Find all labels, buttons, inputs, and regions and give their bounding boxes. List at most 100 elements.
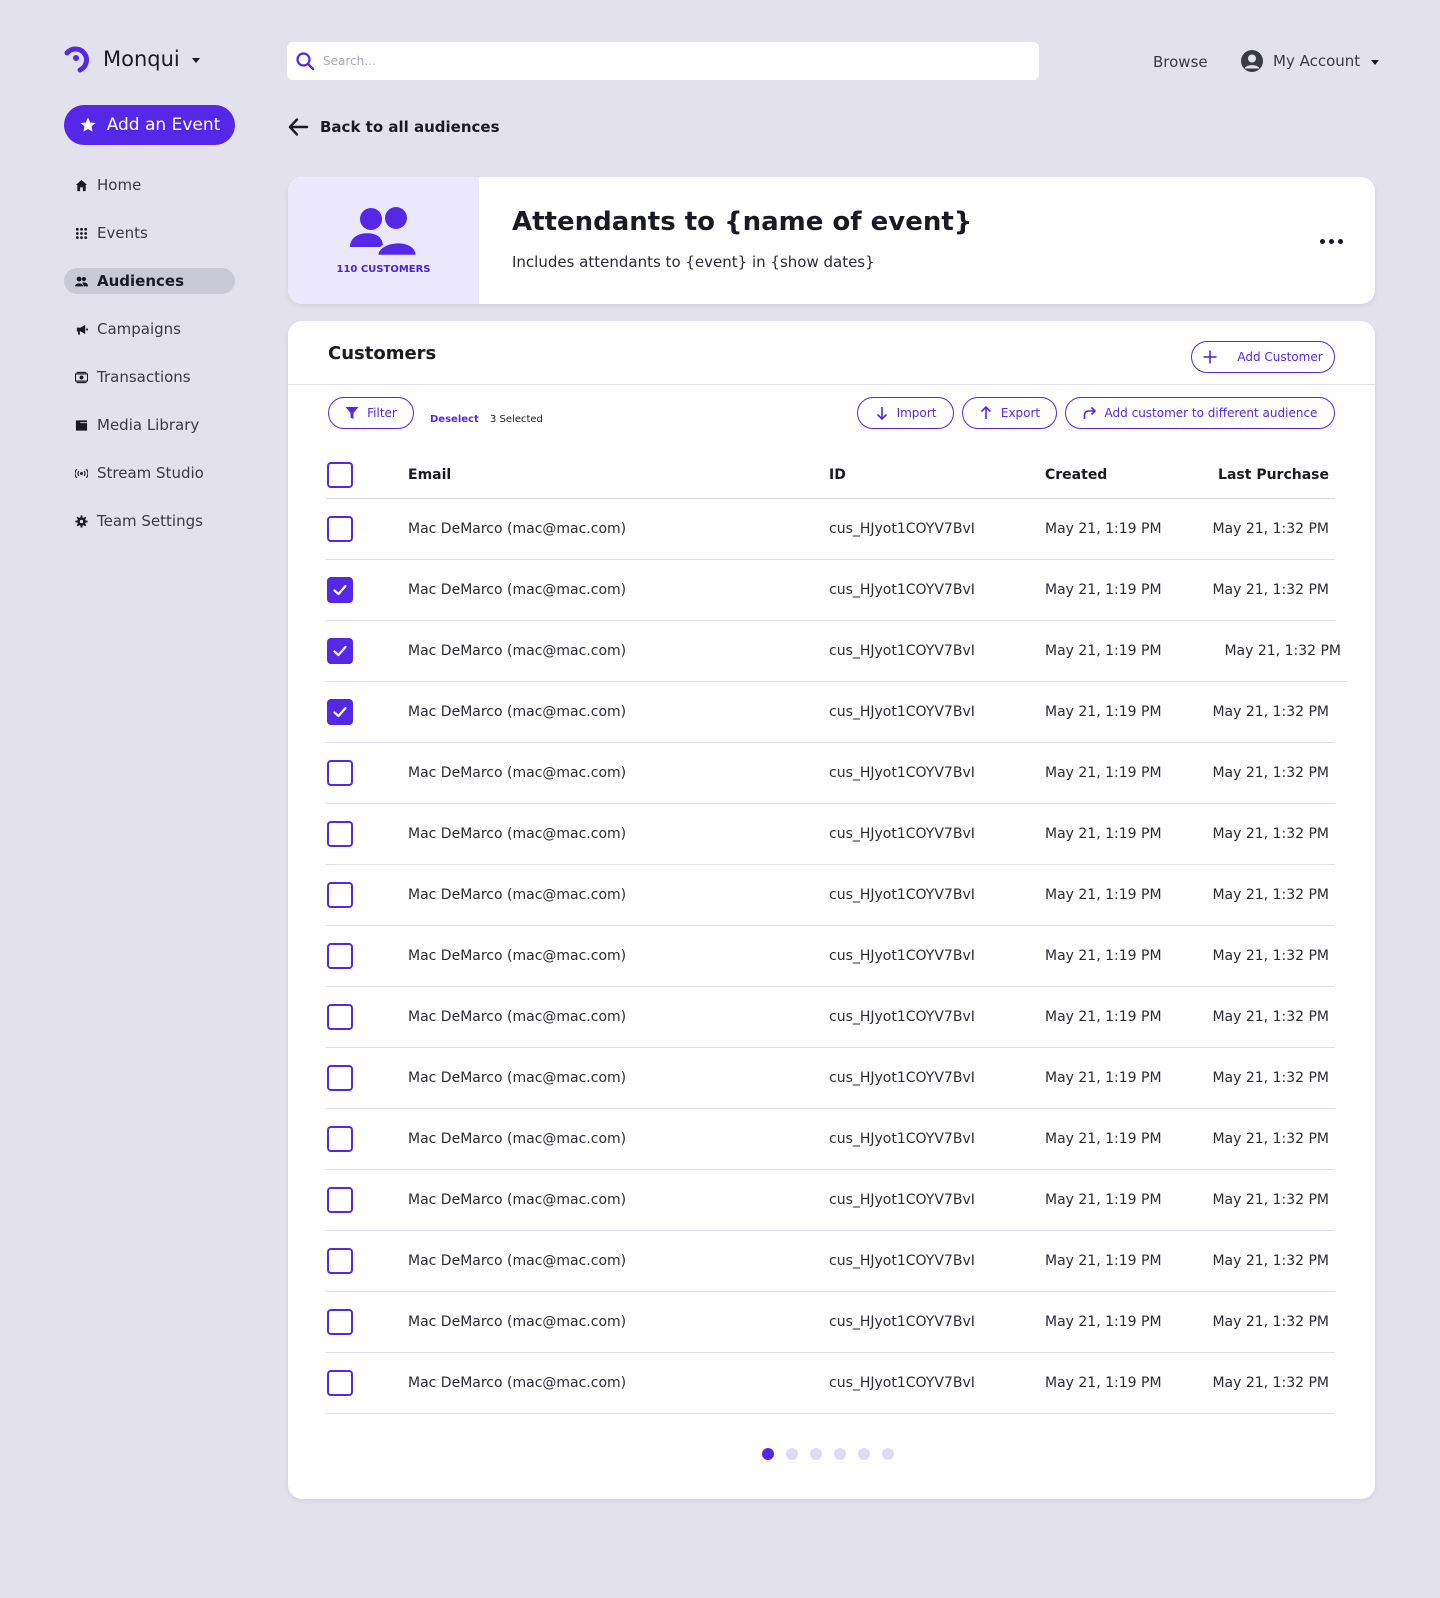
pagination-dot[interactable] xyxy=(858,1448,870,1460)
table-row[interactable]: Mac DeMarco (mac@mac.com) cus_HJyot1COYV7… xyxy=(326,499,1335,560)
row-checkbox[interactable] xyxy=(327,1004,353,1030)
plus-icon xyxy=(1203,350,1217,364)
cell-last-purchase: May 21, 1:32 PM xyxy=(1212,887,1329,903)
search-input[interactable] xyxy=(323,54,1003,68)
cell-id: cus_HJyot1COYV7BvI xyxy=(829,948,975,964)
add-customer-button[interactable]: Add Customer xyxy=(1191,341,1335,373)
pagination-dot[interactable] xyxy=(810,1448,822,1460)
audience-count: 110 CUSTOMERS xyxy=(336,264,431,275)
back-to-audiences-link[interactable]: Back to all audiences xyxy=(287,116,500,138)
account-menu[interactable]: My Account xyxy=(1240,49,1380,73)
pagination-dot[interactable] xyxy=(834,1448,846,1460)
cell-email: Mac DeMarco (mac@mac.com) xyxy=(408,1131,627,1147)
sidebar-item-team-settings[interactable]: Team Settings xyxy=(64,508,235,534)
table-row[interactable]: Mac DeMarco (mac@mac.com) cus_HJyot1COYV7… xyxy=(326,926,1335,987)
row-checkbox[interactable] xyxy=(327,577,353,603)
table-row[interactable]: Mac DeMarco (mac@mac.com) cus_HJyot1COYV7… xyxy=(326,1353,1335,1414)
cell-email: Mac DeMarco (mac@mac.com) xyxy=(408,765,627,781)
account-label: My Account xyxy=(1273,52,1361,70)
table-row[interactable]: Mac DeMarco (mac@mac.com) cus_HJyot1COYV7… xyxy=(326,743,1335,804)
column-header-email: Email xyxy=(408,466,452,483)
table-row[interactable]: Mac DeMarco (mac@mac.com) cus_HJyot1COYV7… xyxy=(326,1170,1335,1231)
cell-email: Mac DeMarco (mac@mac.com) xyxy=(408,582,627,598)
cell-email: Mac DeMarco (mac@mac.com) xyxy=(408,826,627,842)
table-row[interactable]: Mac DeMarco (mac@mac.com) cus_HJyot1COYV7… xyxy=(326,682,1335,743)
cell-created: May 21, 1:19 PM xyxy=(1045,765,1162,781)
cell-email: Mac DeMarco (mac@mac.com) xyxy=(408,1253,627,1269)
cell-created: May 21, 1:19 PM xyxy=(1045,1009,1162,1025)
table-row[interactable]: Mac DeMarco (mac@mac.com) cus_HJyot1COYV7… xyxy=(326,621,1347,682)
audience-title: Attendants to {name of event} xyxy=(512,207,973,237)
row-checkbox[interactable] xyxy=(327,1309,353,1335)
sidebar-item-audiences[interactable]: Audiences xyxy=(64,268,235,294)
cell-id: cus_HJyot1COYV7BvI xyxy=(829,887,975,903)
sidebar-item-transactions[interactable]: Transactions xyxy=(64,364,235,390)
share-arrow-icon xyxy=(1083,406,1096,419)
row-checkbox[interactable] xyxy=(327,1126,353,1152)
brand-logo xyxy=(64,46,90,73)
search-icon xyxy=(296,52,315,71)
import-button[interactable]: Import xyxy=(857,397,954,429)
back-label: Back to all audiences xyxy=(320,118,500,136)
cell-id: cus_HJyot1COYV7BvI xyxy=(829,1131,975,1147)
browse-link[interactable]: Browse xyxy=(1153,53,1208,71)
filter-icon xyxy=(345,407,359,419)
table-row[interactable]: Mac DeMarco (mac@mac.com) cus_HJyot1COYV7… xyxy=(326,1048,1335,1109)
table-row[interactable]: Mac DeMarco (mac@mac.com) cus_HJyot1COYV7… xyxy=(326,1109,1335,1170)
export-button[interactable]: Export xyxy=(962,397,1057,429)
row-checkbox[interactable] xyxy=(327,638,353,664)
table-row[interactable]: Mac DeMarco (mac@mac.com) cus_HJyot1COYV7… xyxy=(326,1231,1335,1292)
add-event-button[interactable]: Add an Event xyxy=(64,105,235,145)
row-checkbox[interactable] xyxy=(327,699,353,725)
sidebar-item-campaigns[interactable]: Campaigns xyxy=(64,316,235,342)
cell-id: cus_HJyot1COYV7BvI xyxy=(829,1009,975,1025)
cell-id: cus_HJyot1COYV7BvI xyxy=(829,1314,975,1330)
cell-created: May 21, 1:19 PM xyxy=(1045,1375,1162,1391)
row-checkbox[interactable] xyxy=(327,882,353,908)
customers-title: Customers xyxy=(328,343,437,364)
more-options-button[interactable] xyxy=(1316,235,1347,248)
row-checkbox[interactable] xyxy=(327,1187,353,1213)
cell-id: cus_HJyot1COYV7BvI xyxy=(829,704,975,720)
cell-last-purchase: May 21, 1:32 PM xyxy=(1212,765,1329,781)
audience-summary-card: 110 CUSTOMERS Attendants to {name of eve… xyxy=(288,177,1375,304)
row-checkbox[interactable] xyxy=(327,1248,353,1274)
row-checkbox[interactable] xyxy=(327,1370,353,1396)
row-checkbox[interactable] xyxy=(327,943,353,969)
row-checkbox[interactable] xyxy=(327,760,353,786)
checkmark-icon xyxy=(333,584,347,596)
cell-email: Mac DeMarco (mac@mac.com) xyxy=(408,1070,627,1086)
sidebar-item-events[interactable]: Events xyxy=(64,220,235,246)
select-all-checkbox[interactable] xyxy=(327,461,353,488)
sidebar-item-media-library[interactable]: Media Library xyxy=(64,412,235,438)
deselect-link[interactable]: Deselect xyxy=(430,414,479,425)
sidebar-item-label: Transactions xyxy=(97,368,191,386)
sidebar-item-stream-studio[interactable]: Stream Studio xyxy=(64,460,235,486)
table-row[interactable]: Mac DeMarco (mac@mac.com) cus_HJyot1COYV7… xyxy=(326,987,1335,1048)
add-to-different-audience-button[interactable]: Add customer to different audience xyxy=(1065,397,1335,429)
cell-created: May 21, 1:19 PM xyxy=(1045,1314,1162,1330)
table-row[interactable]: Mac DeMarco (mac@mac.com) cus_HJyot1COYV7… xyxy=(326,560,1335,621)
table-row[interactable]: Mac DeMarco (mac@mac.com) cus_HJyot1COYV7… xyxy=(326,1292,1335,1353)
sidebar-item-home[interactable]: Home xyxy=(64,172,235,198)
sidebar-item-label: Events xyxy=(97,224,148,242)
cell-created: May 21, 1:19 PM xyxy=(1045,643,1162,659)
cell-last-purchase: May 21, 1:32 PM xyxy=(1224,643,1341,659)
brand-switcher[interactable]: Monqui xyxy=(63,44,200,74)
money-icon xyxy=(75,371,88,383)
pagination-dot[interactable] xyxy=(762,1448,774,1460)
row-checkbox[interactable] xyxy=(327,1065,353,1091)
customers-table: Email ID Created Last Purchase Mac DeMar… xyxy=(326,451,1347,1414)
row-checkbox[interactable] xyxy=(327,821,353,847)
table-row[interactable]: Mac DeMarco (mac@mac.com) cus_HJyot1COYV7… xyxy=(326,804,1335,865)
cell-last-purchase: May 21, 1:32 PM xyxy=(1212,1314,1329,1330)
row-checkbox[interactable] xyxy=(327,516,353,542)
cell-email: Mac DeMarco (mac@mac.com) xyxy=(408,704,627,720)
add-to-different-audience-label: Add customer to different audience xyxy=(1104,406,1318,420)
pagination-dot[interactable] xyxy=(786,1448,798,1460)
column-header-created: Created xyxy=(1045,466,1108,483)
filter-button[interactable]: Filter xyxy=(328,397,414,429)
table-row[interactable]: Mac DeMarco (mac@mac.com) cus_HJyot1COYV7… xyxy=(326,865,1335,926)
pagination-dot[interactable] xyxy=(882,1448,894,1460)
customers-panel: Customers Add Customer Filter Deselect 3… xyxy=(288,321,1375,1499)
